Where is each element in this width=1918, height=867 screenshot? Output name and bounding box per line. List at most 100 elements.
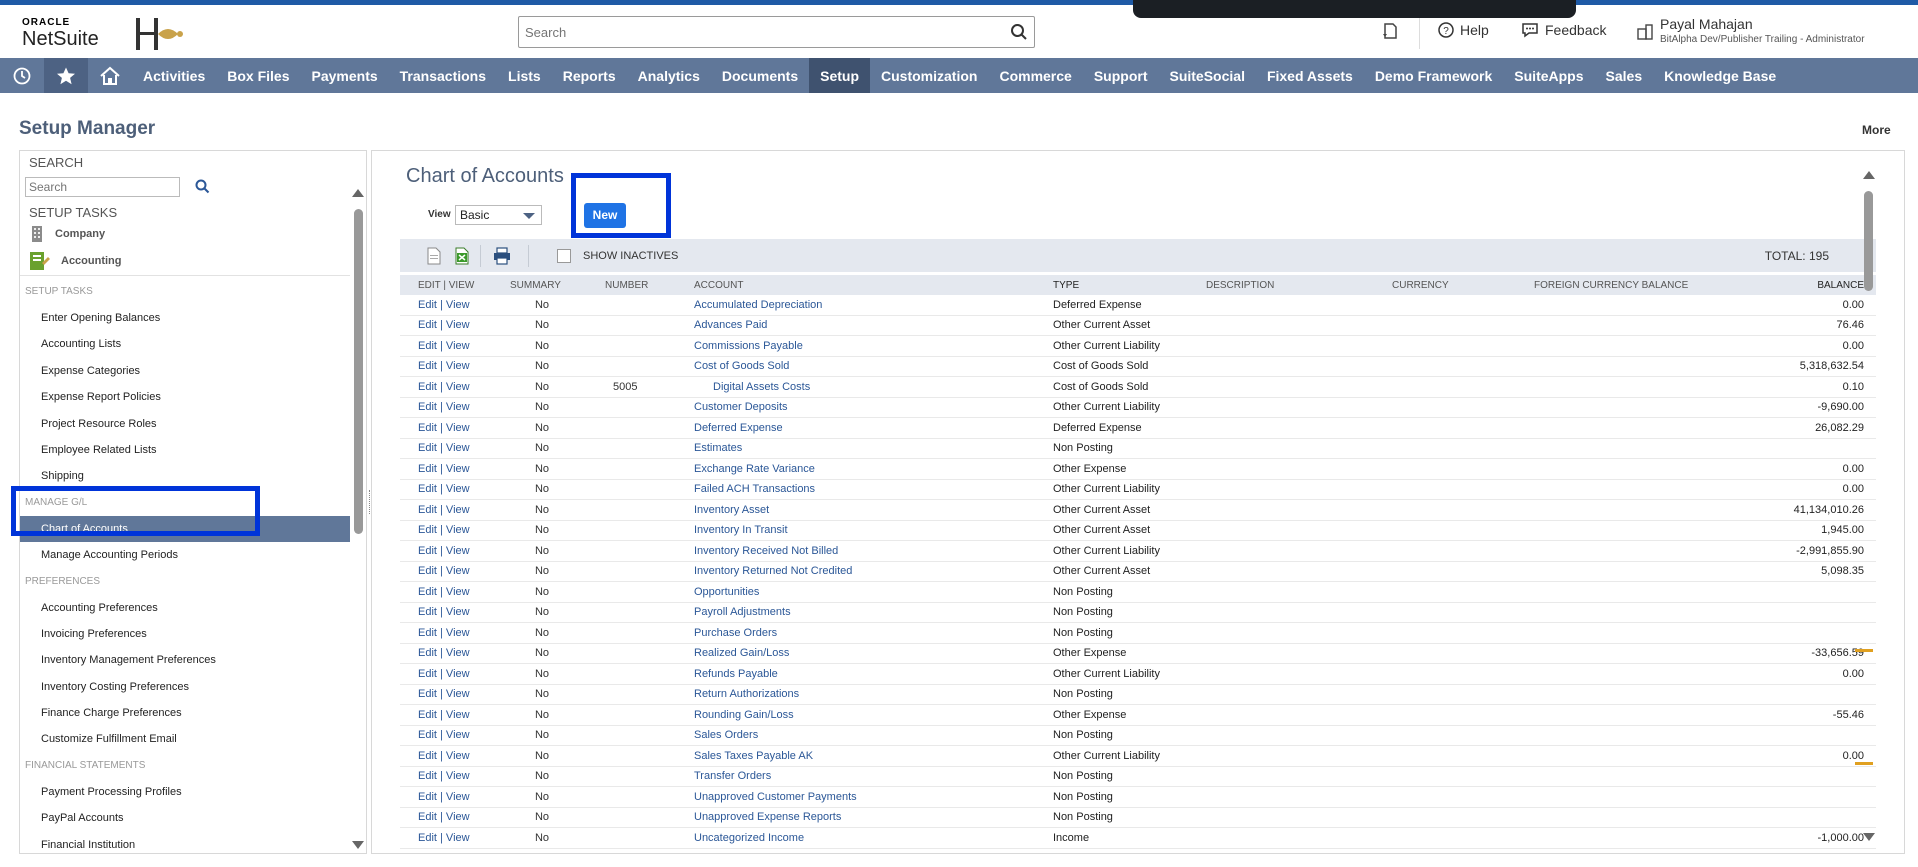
nav-recent[interactable]	[0, 58, 44, 93]
scroll-down-icon[interactable]	[352, 841, 364, 849]
edit-view-link[interactable]: Edit | View	[400, 791, 510, 803]
account-link[interactable]: Inventory Received Not Billed	[686, 545, 1048, 557]
task-invoicing-preferences[interactable]: Invoicing Preferences	[20, 621, 350, 647]
task-paypal-accounts[interactable]: PayPal Accounts	[20, 805, 350, 831]
netsuite-logo-text[interactable]: NetSuite	[22, 28, 99, 51]
edit-view-link[interactable]: Edit | View	[400, 729, 510, 741]
task-payment-processing-profiles[interactable]: Payment Processing Profiles	[20, 779, 350, 805]
nav-item-demo-framework[interactable]: Demo Framework	[1364, 58, 1503, 93]
account-link[interactable]: Purchase Orders	[686, 627, 1048, 639]
account-link[interactable]: Commissions Payable	[686, 340, 1048, 352]
account-link[interactable]: Sales Orders	[686, 729, 1048, 741]
col-summary[interactable]: SUMMARY	[510, 280, 605, 291]
scroll-thumb[interactable]	[354, 209, 363, 534]
col-account[interactable]: ACCOUNT	[686, 280, 1048, 291]
nav-item-customization[interactable]: Customization	[870, 58, 988, 93]
edit-view-link[interactable]: Edit | View	[400, 483, 510, 495]
task-finance-charge-preferences[interactable]: Finance Charge Preferences	[20, 700, 350, 726]
account-link[interactable]: Advances Paid	[686, 319, 1048, 331]
more-link[interactable]: More	[1862, 123, 1891, 137]
export-excel-icon[interactable]	[454, 247, 470, 265]
edit-view-link[interactable]: Edit | View	[400, 647, 510, 659]
edit-view-link[interactable]: Edit | View	[400, 524, 510, 536]
account-link[interactable]: Uncategorized Income	[686, 832, 1048, 844]
edit-view-link[interactable]: Edit | View	[400, 319, 510, 331]
nav-item-documents[interactable]: Documents	[711, 58, 809, 93]
view-select[interactable]: Basic	[455, 205, 542, 225]
global-search-input[interactable]	[519, 17, 989, 47]
account-link[interactable]: Unapproved Expense Reports	[686, 811, 1048, 823]
category-accounting[interactable]: Accounting	[29, 251, 122, 271]
edit-view-link[interactable]: Edit | View	[400, 668, 510, 680]
nav-item-support[interactable]: Support	[1083, 58, 1159, 93]
account-link[interactable]: Realized Gain/Loss	[686, 647, 1048, 659]
search-icon[interactable]	[1010, 23, 1028, 41]
user-role[interactable]: BitAlpha Dev/Publisher Trailing - Admini…	[1660, 34, 1865, 45]
user-name[interactable]: Payal Mahajan	[1660, 16, 1753, 32]
list-scrollbar[interactable]	[1862, 171, 1876, 851]
export-csv-icon[interactable]	[426, 247, 442, 265]
account-link[interactable]: Transfer Orders	[686, 770, 1048, 782]
account-link[interactable]: Inventory Asset	[686, 504, 1048, 516]
col-type[interactable]: TYPE	[1048, 280, 1206, 291]
task-accounting-lists[interactable]: Accounting Lists	[20, 331, 350, 357]
task-financial-institution[interactable]: Financial Institution	[20, 832, 350, 853]
nav-item-transactions[interactable]: Transactions	[389, 58, 497, 93]
scroll-up-icon[interactable]	[352, 189, 364, 197]
account-link[interactable]: Failed ACH Transactions	[686, 483, 1048, 495]
scroll-thumb[interactable]	[1864, 191, 1873, 291]
nav-item-suitesocial[interactable]: SuiteSocial	[1158, 58, 1255, 93]
task-expense-categories[interactable]: Expense Categories	[20, 358, 350, 384]
nav-item-commerce[interactable]: Commerce	[988, 58, 1082, 93]
edit-view-link[interactable]: Edit | View	[400, 401, 510, 413]
account-link[interactable]: Opportunities	[686, 586, 1048, 598]
edit-view-link[interactable]: Edit | View	[400, 688, 510, 700]
col-foreign-currency-balance[interactable]: FOREIGN CURRENCY BALANCE	[1534, 280, 1734, 291]
nav-shortcuts[interactable]	[44, 58, 88, 93]
account-link[interactable]: Inventory In Transit	[686, 524, 1048, 536]
account-link[interactable]: Exchange Rate Variance	[686, 463, 1048, 475]
account-link[interactable]: Inventory Returned Not Credited	[686, 565, 1048, 577]
edit-view-link[interactable]: Edit | View	[400, 381, 510, 393]
edit-view-link[interactable]: Edit | View	[400, 360, 510, 372]
print-icon[interactable]	[493, 247, 511, 265]
edit-view-link[interactable]: Edit | View	[400, 422, 510, 434]
nav-item-box-files[interactable]: Box Files	[216, 58, 300, 93]
nav-item-knowledge-base[interactable]: Knowledge Base	[1653, 58, 1787, 93]
edit-view-link[interactable]: Edit | View	[400, 750, 510, 762]
edit-view-link[interactable]: Edit | View	[400, 565, 510, 577]
col-currency[interactable]: CURRENCY	[1392, 280, 1534, 291]
account-link[interactable]: Refunds Payable	[686, 668, 1048, 680]
task-employee-related-lists[interactable]: Employee Related Lists	[20, 437, 350, 463]
show-inactives-label[interactable]: SHOW INACTIVES	[583, 250, 678, 262]
show-inactives-checkbox[interactable]	[557, 249, 571, 263]
task-expense-report-policies[interactable]: Expense Report Policies	[20, 384, 350, 410]
task-enter-opening-balances[interactable]: Enter Opening Balances	[20, 305, 350, 331]
account-link[interactable]: Return Authorizations	[686, 688, 1048, 700]
edit-view-link[interactable]: Edit | View	[400, 545, 510, 557]
nav-item-payments[interactable]: Payments	[301, 58, 389, 93]
edit-view-link[interactable]: Edit | View	[400, 299, 510, 311]
edit-view-link[interactable]: Edit | View	[400, 504, 510, 516]
edit-view-link[interactable]: Edit | View	[400, 463, 510, 475]
category-company[interactable]: Company	[29, 225, 105, 243]
account-link[interactable]: Sales Taxes Payable AK	[686, 750, 1048, 762]
task-project-resource-roles[interactable]: Project Resource Roles	[20, 411, 350, 437]
edit-view-link[interactable]: Edit | View	[400, 340, 510, 352]
nav-item-suiteapps[interactable]: SuiteApps	[1503, 58, 1594, 93]
account-link[interactable]: Payroll Adjustments	[686, 606, 1048, 618]
col-balance[interactable]: BALANCE	[1734, 280, 1876, 291]
col-description[interactable]: DESCRIPTION	[1206, 280, 1392, 291]
task-accounting-preferences[interactable]: Accounting Preferences	[20, 595, 350, 621]
panel-search-input[interactable]	[25, 177, 180, 197]
account-link[interactable]: Accumulated Depreciation	[686, 299, 1048, 311]
account-link[interactable]: Deferred Expense	[686, 422, 1048, 434]
edit-view-link[interactable]: Edit | View	[400, 770, 510, 782]
search-icon[interactable]	[195, 179, 210, 194]
task-manage-accounting-periods[interactable]: Manage Accounting Periods	[20, 542, 350, 568]
scroll-up-icon[interactable]	[1863, 171, 1875, 179]
recent-records-icon[interactable]	[1381, 22, 1399, 40]
account-link[interactable]: Rounding Gain/Loss	[686, 709, 1048, 721]
nav-home[interactable]	[88, 58, 132, 93]
nav-item-activities[interactable]: Activities	[132, 58, 216, 93]
